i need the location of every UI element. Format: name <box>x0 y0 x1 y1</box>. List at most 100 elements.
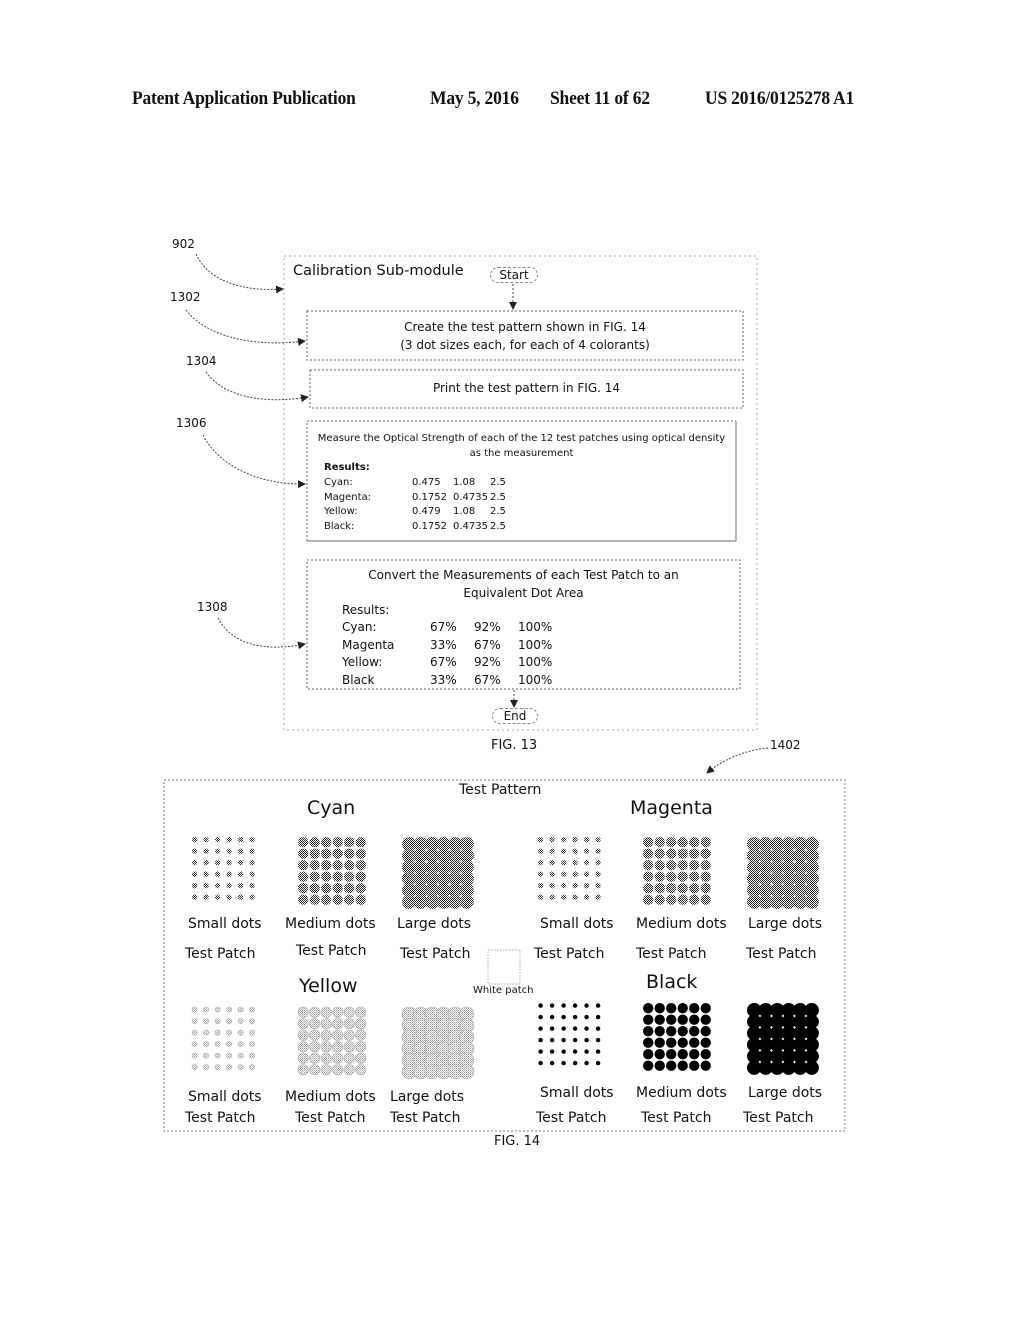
dot <box>249 883 255 889</box>
dot <box>689 1014 700 1025</box>
dot <box>549 883 555 889</box>
result-value: 0.479 <box>412 506 441 517</box>
dot <box>309 1041 321 1053</box>
dot-size-label: Large dots <box>748 916 823 932</box>
dot <box>226 1064 232 1070</box>
dot <box>355 1018 367 1030</box>
dot <box>666 837 677 848</box>
dot <box>572 1037 578 1043</box>
dot <box>309 848 320 859</box>
dot <box>561 837 567 843</box>
ref-902-arrow <box>195 253 284 294</box>
dot <box>584 1003 589 1008</box>
dot <box>355 883 366 894</box>
dot <box>561 860 567 866</box>
dot <box>214 1006 221 1013</box>
dot <box>689 860 700 871</box>
dot <box>689 1026 700 1037</box>
dot <box>804 1060 819 1075</box>
dot <box>584 1037 589 1043</box>
dot <box>584 883 590 889</box>
dot <box>297 1029 309 1041</box>
dot <box>643 871 654 882</box>
result-value: 2.5 <box>490 491 506 503</box>
dot-size-label: Medium dots <box>285 1089 376 1105</box>
dot-size-label: Small dots <box>540 916 614 932</box>
dot <box>643 1060 654 1071</box>
dot <box>309 883 320 894</box>
dot <box>804 894 819 909</box>
dot <box>654 1003 665 1014</box>
dot <box>561 1037 566 1043</box>
dot-area-row: Cyan: 67% 92% 100% <box>342 619 558 637</box>
dot <box>344 894 355 905</box>
dot <box>459 1064 475 1080</box>
black-medium-dots-patch <box>643 1003 711 1071</box>
test-patch-label: Test Patch <box>400 946 471 962</box>
colorant-heading: Yellow <box>299 975 358 997</box>
dot <box>298 837 309 848</box>
step-1306-line1: Measure the Optical Strength of each of … <box>317 433 726 444</box>
magenta-small-dots-patch <box>538 837 601 900</box>
colorant-name: Yellow: <box>324 506 358 517</box>
dot <box>689 837 700 848</box>
dot <box>215 894 221 900</box>
dot <box>332 837 343 848</box>
dot <box>572 860 578 866</box>
dot <box>320 1041 332 1053</box>
dot <box>677 1049 688 1060</box>
dot <box>321 848 332 859</box>
dot <box>298 883 309 894</box>
dot <box>689 894 700 905</box>
dot <box>700 883 711 894</box>
dot <box>343 1064 355 1076</box>
dot <box>297 1041 309 1053</box>
dot <box>666 894 677 905</box>
result-value: 0.475 <box>412 477 441 488</box>
step-1306-results-label: Results: <box>324 462 370 473</box>
dot <box>538 860 544 866</box>
colorant-name: Cyan: <box>342 620 377 634</box>
dot <box>538 848 544 854</box>
dot <box>238 871 244 877</box>
dot <box>226 837 232 843</box>
dot <box>237 1041 244 1047</box>
dot <box>549 1060 555 1066</box>
end-terminal: End <box>492 708 538 724</box>
dot <box>654 894 665 905</box>
dot <box>309 837 320 848</box>
dot <box>677 1037 688 1048</box>
dot <box>654 1037 665 1048</box>
dot <box>654 837 665 848</box>
dot <box>643 1014 654 1025</box>
dot <box>203 1006 209 1013</box>
white-patch-label: White patch <box>473 985 534 996</box>
dot <box>237 1064 244 1070</box>
dot <box>332 1018 344 1030</box>
colorant-heading: Magenta <box>630 797 713 819</box>
dot <box>237 1006 244 1013</box>
dot <box>643 860 654 871</box>
dot <box>320 1052 332 1064</box>
dot <box>249 871 255 877</box>
dot <box>595 894 601 900</box>
step-1308-line1: Convert the Measurements of each Test Pa… <box>368 568 679 582</box>
result-value: 2.5 <box>490 520 506 532</box>
dot <box>654 1026 665 1037</box>
result-value: 0.1752 <box>412 491 447 503</box>
result-value: 33% <box>430 672 457 687</box>
dot <box>355 894 366 905</box>
dot <box>214 1029 221 1036</box>
dot <box>572 1026 578 1031</box>
fig14-caption: FIG. 14 <box>494 1134 541 1149</box>
dot <box>298 871 309 882</box>
dot <box>320 1029 332 1041</box>
dot <box>320 1006 332 1018</box>
dot <box>355 1006 367 1018</box>
dot <box>321 894 332 905</box>
dot <box>584 837 590 843</box>
dot <box>192 848 198 854</box>
dot <box>191 1018 198 1024</box>
dot <box>572 1049 578 1054</box>
result-value: 1.08 <box>453 477 476 488</box>
